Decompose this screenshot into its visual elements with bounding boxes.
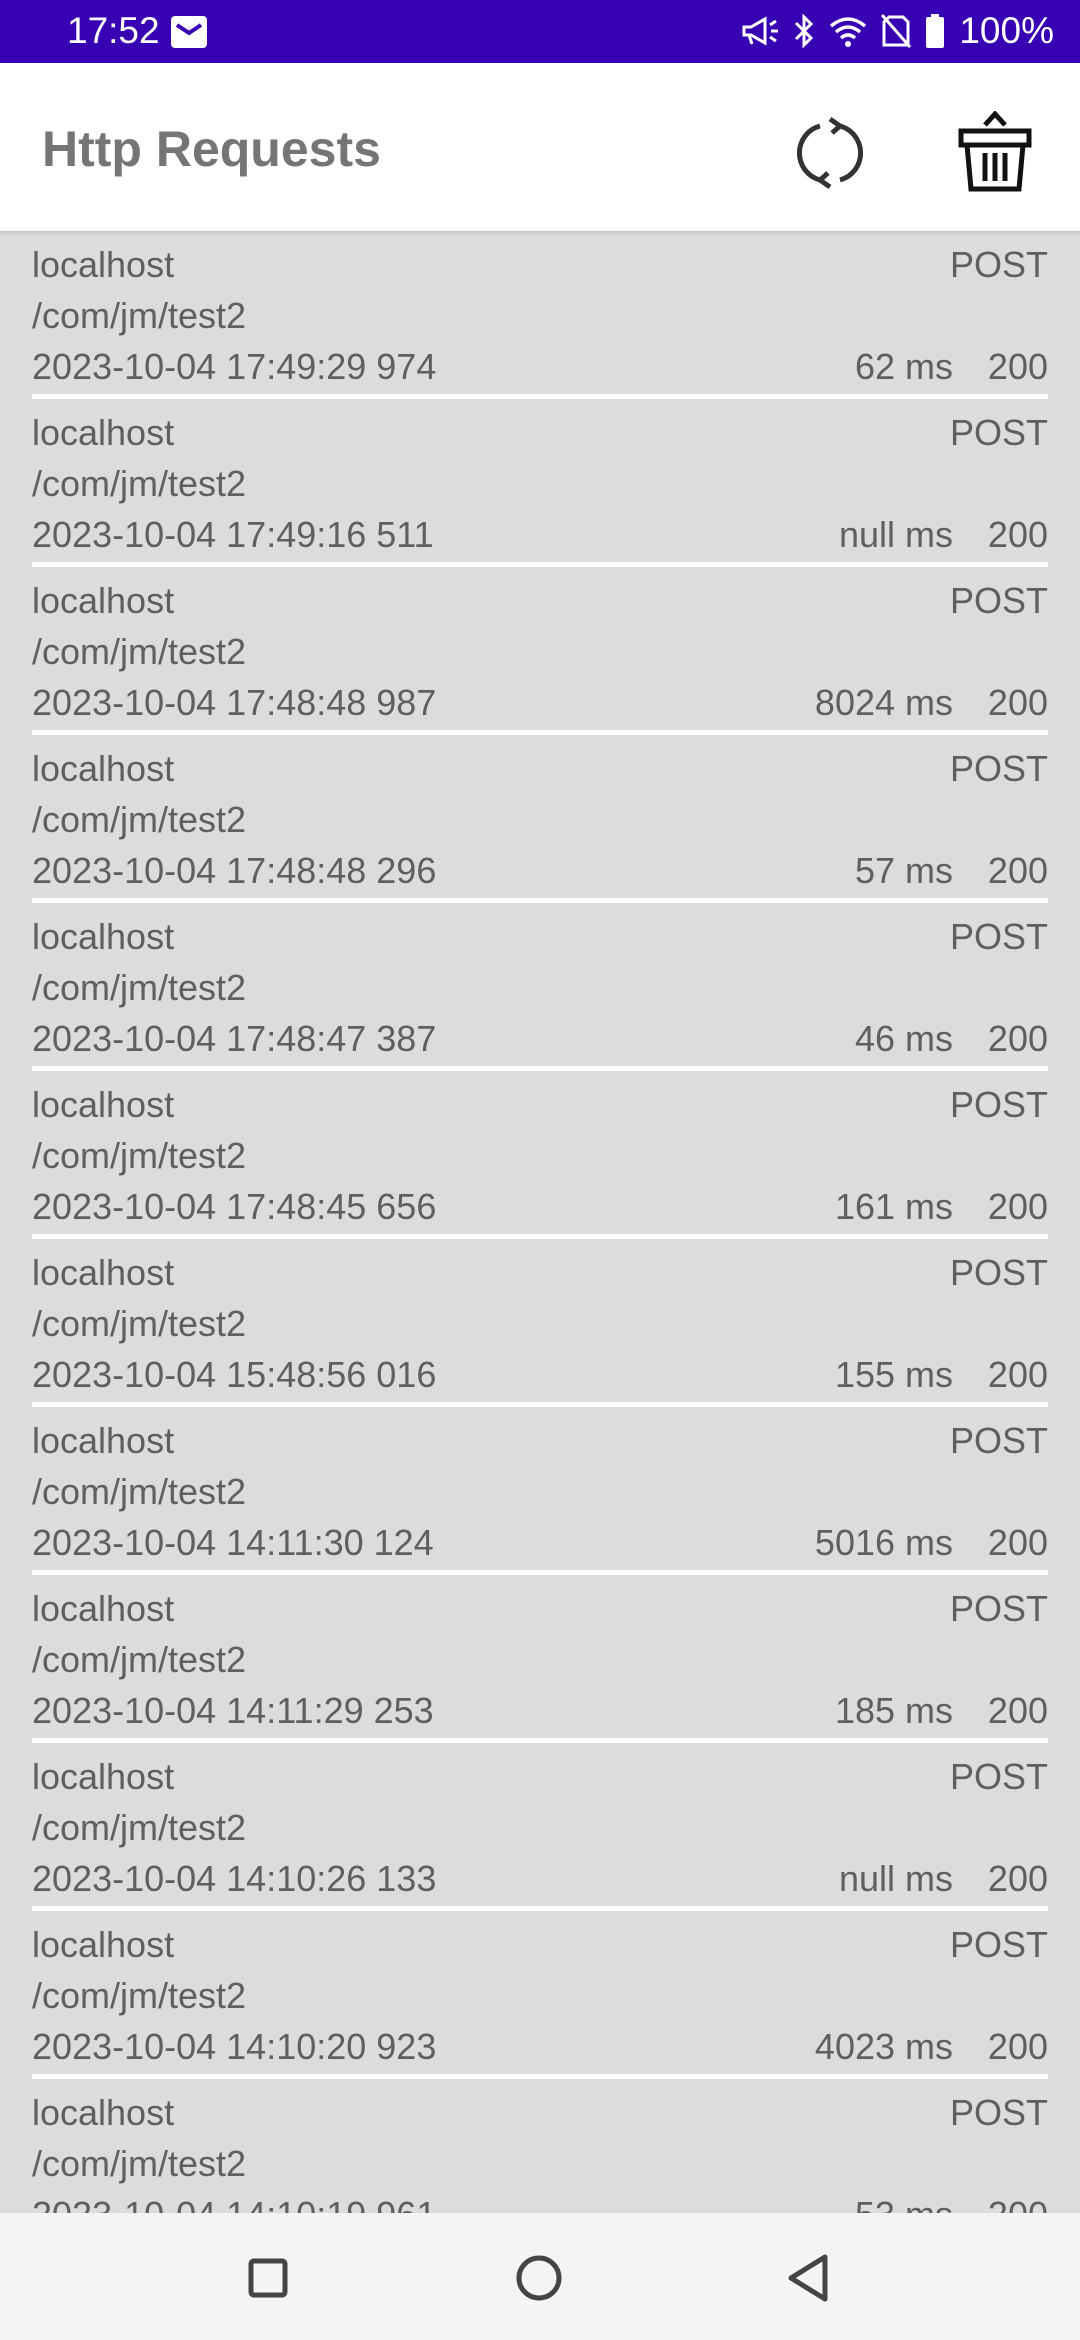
- request-path: /com/jm/test2: [32, 1975, 247, 2016]
- request-method: POST: [949, 1588, 1048, 1629]
- back-icon: [788, 2254, 828, 2302]
- request-method: POST: [949, 2092, 1048, 2133]
- request-method: POST: [949, 1420, 1048, 1461]
- request-path: /com/jm/test2: [32, 295, 247, 336]
- bluetooth-icon: [793, 14, 815, 48]
- request-status-code: 200: [987, 850, 1048, 891]
- request-row[interactable]: localhost/com/jm/test2 2023-10-04 14:10:2…: [32, 1911, 1048, 2079]
- request-row[interactable]: localhost/com/jm/test2 2023-10-04 17:49:1…: [32, 399, 1048, 567]
- request-status-code: 200: [987, 1522, 1048, 1563]
- request-status-code: 200: [988, 2193, 1048, 2213]
- request-path: /com/jm/test2: [32, 1135, 247, 1176]
- request-host: localhost: [32, 1084, 175, 1125]
- request-path: /com/jm/test2: [32, 799, 247, 840]
- home-icon: [516, 2255, 562, 2301]
- request-host: localhost: [32, 244, 175, 285]
- home-button[interactable]: [504, 2243, 574, 2313]
- battery-percent: 100%: [959, 10, 1054, 51]
- request-duration: 161 ms: [834, 1186, 953, 1227]
- request-method: POST: [949, 916, 1048, 957]
- wifi-icon: [829, 14, 867, 48]
- status-time: 17:52: [67, 10, 160, 51]
- status-bar: 17:52 100%: [0, 0, 1080, 63]
- request-duration: 185 ms: [834, 1690, 953, 1731]
- request-path: /com/jm/test2: [32, 967, 247, 1008]
- request-status-code: 200: [987, 1186, 1048, 1227]
- request-path: /com/jm/test2: [32, 1807, 247, 1848]
- request-row[interactable]: localhost/com/jm/test2 2023-10-04 17:48:4…: [32, 567, 1048, 735]
- no-sim-icon: [881, 14, 912, 48]
- request-row[interactable]: localhost/com/jm/test2 2023-10-04 14:10:2…: [32, 1743, 1048, 1911]
- request-status-code: 200: [987, 682, 1048, 723]
- recents-icon: [248, 2258, 288, 2298]
- request-duration: null ms: [838, 514, 953, 555]
- request-status-code: 200: [987, 346, 1048, 387]
- request-row[interactable]: localhost/com/jm/test2 2023-10-04 14:11:3…: [32, 1407, 1048, 1575]
- battery-icon: [925, 14, 945, 48]
- request-row[interactable]: localhost/com/jm/test2 2023-10-04 17:48:4…: [32, 903, 1048, 1071]
- request-host: localhost: [32, 1756, 175, 1797]
- request-host: localhost: [32, 916, 175, 957]
- request-path: /com/jm/test2: [32, 1471, 247, 1512]
- request-method: POST: [949, 244, 1048, 285]
- request-method: POST: [949, 748, 1048, 789]
- request-row[interactable]: localhost/com/jm/test2 2023-10-04 14:11:2…: [32, 1575, 1048, 1743]
- request-method: POST: [949, 1756, 1048, 1797]
- request-host: localhost: [32, 2092, 175, 2133]
- request-duration: 4023 ms: [814, 2026, 953, 2067]
- app-bar: Http Requests: [0, 63, 1080, 231]
- request-row[interactable]: localhost/com/jm/test22023-10-04 14:10:1…: [32, 2079, 1048, 2213]
- request-row[interactable]: localhost/com/jm/test2 2023-10-04 17:48:4…: [32, 1071, 1048, 1239]
- request-row[interactable]: localhost/com/jm/test2 2023-10-04 15:48:5…: [32, 1239, 1048, 1407]
- request-duration: null ms: [838, 1858, 953, 1899]
- request-path: /com/jm/test2: [32, 1639, 247, 1680]
- request-host: localhost: [32, 580, 175, 621]
- request-status-code: 200: [987, 1858, 1048, 1899]
- delete-icon: [958, 110, 1032, 192]
- request-method: POST: [949, 580, 1048, 621]
- request-duration: 57 ms: [854, 850, 953, 891]
- megaphone-icon: [741, 16, 779, 46]
- request-host: localhost: [32, 1924, 175, 1965]
- navigation-bar: [0, 2213, 1080, 2340]
- request-status-code: 200: [987, 514, 1048, 555]
- recents-button[interactable]: [233, 2243, 303, 2313]
- request-path: /com/jm/test2: [32, 2143, 247, 2184]
- request-duration: 46 ms: [854, 1018, 953, 1059]
- request-status-code: 200: [987, 1018, 1048, 1059]
- request-path: /com/jm/test2: [32, 1303, 247, 1344]
- request-duration: 53 ms: [855, 2193, 953, 2213]
- request-row[interactable]: localhost/com/jm/test2 2023-10-04 17:49:2…: [32, 231, 1048, 399]
- request-method: POST: [949, 1084, 1048, 1125]
- request-duration: 5016 ms: [814, 1522, 953, 1563]
- request-method: POST: [949, 1924, 1048, 1965]
- delete-button[interactable]: [955, 110, 1035, 195]
- request-method: POST: [949, 412, 1048, 453]
- refresh-button[interactable]: [790, 113, 870, 193]
- request-method: POST: [949, 1252, 1048, 1293]
- request-list[interactable]: localhost/com/jm/test2 2023-10-04 17:49:2…: [0, 231, 1080, 2213]
- request-host: localhost: [32, 748, 175, 789]
- request-path: /com/jm/test2: [32, 631, 247, 672]
- request-host: localhost: [32, 1252, 175, 1293]
- page-title: Http Requests: [42, 121, 381, 177]
- request-status-code: 200: [987, 1354, 1048, 1395]
- request-status-code: 200: [987, 2026, 1048, 2067]
- request-duration: 8024 ms: [814, 682, 953, 723]
- mail-icon: [170, 15, 208, 49]
- refresh-icon: [796, 116, 864, 190]
- request-row[interactable]: localhost/com/jm/test2 2023-10-04 17:48:4…: [32, 735, 1048, 903]
- request-host: localhost: [32, 1588, 175, 1629]
- back-button[interactable]: [775, 2243, 845, 2313]
- request-path: /com/jm/test2: [32, 463, 247, 504]
- request-status-code: 200: [987, 1690, 1048, 1731]
- status-icons: 100%: [741, 11, 1054, 51]
- request-host: localhost: [32, 412, 175, 453]
- request-host: localhost: [32, 1420, 175, 1461]
- request-duration: 62 ms: [854, 346, 953, 387]
- request-duration: 155 ms: [834, 1354, 953, 1395]
